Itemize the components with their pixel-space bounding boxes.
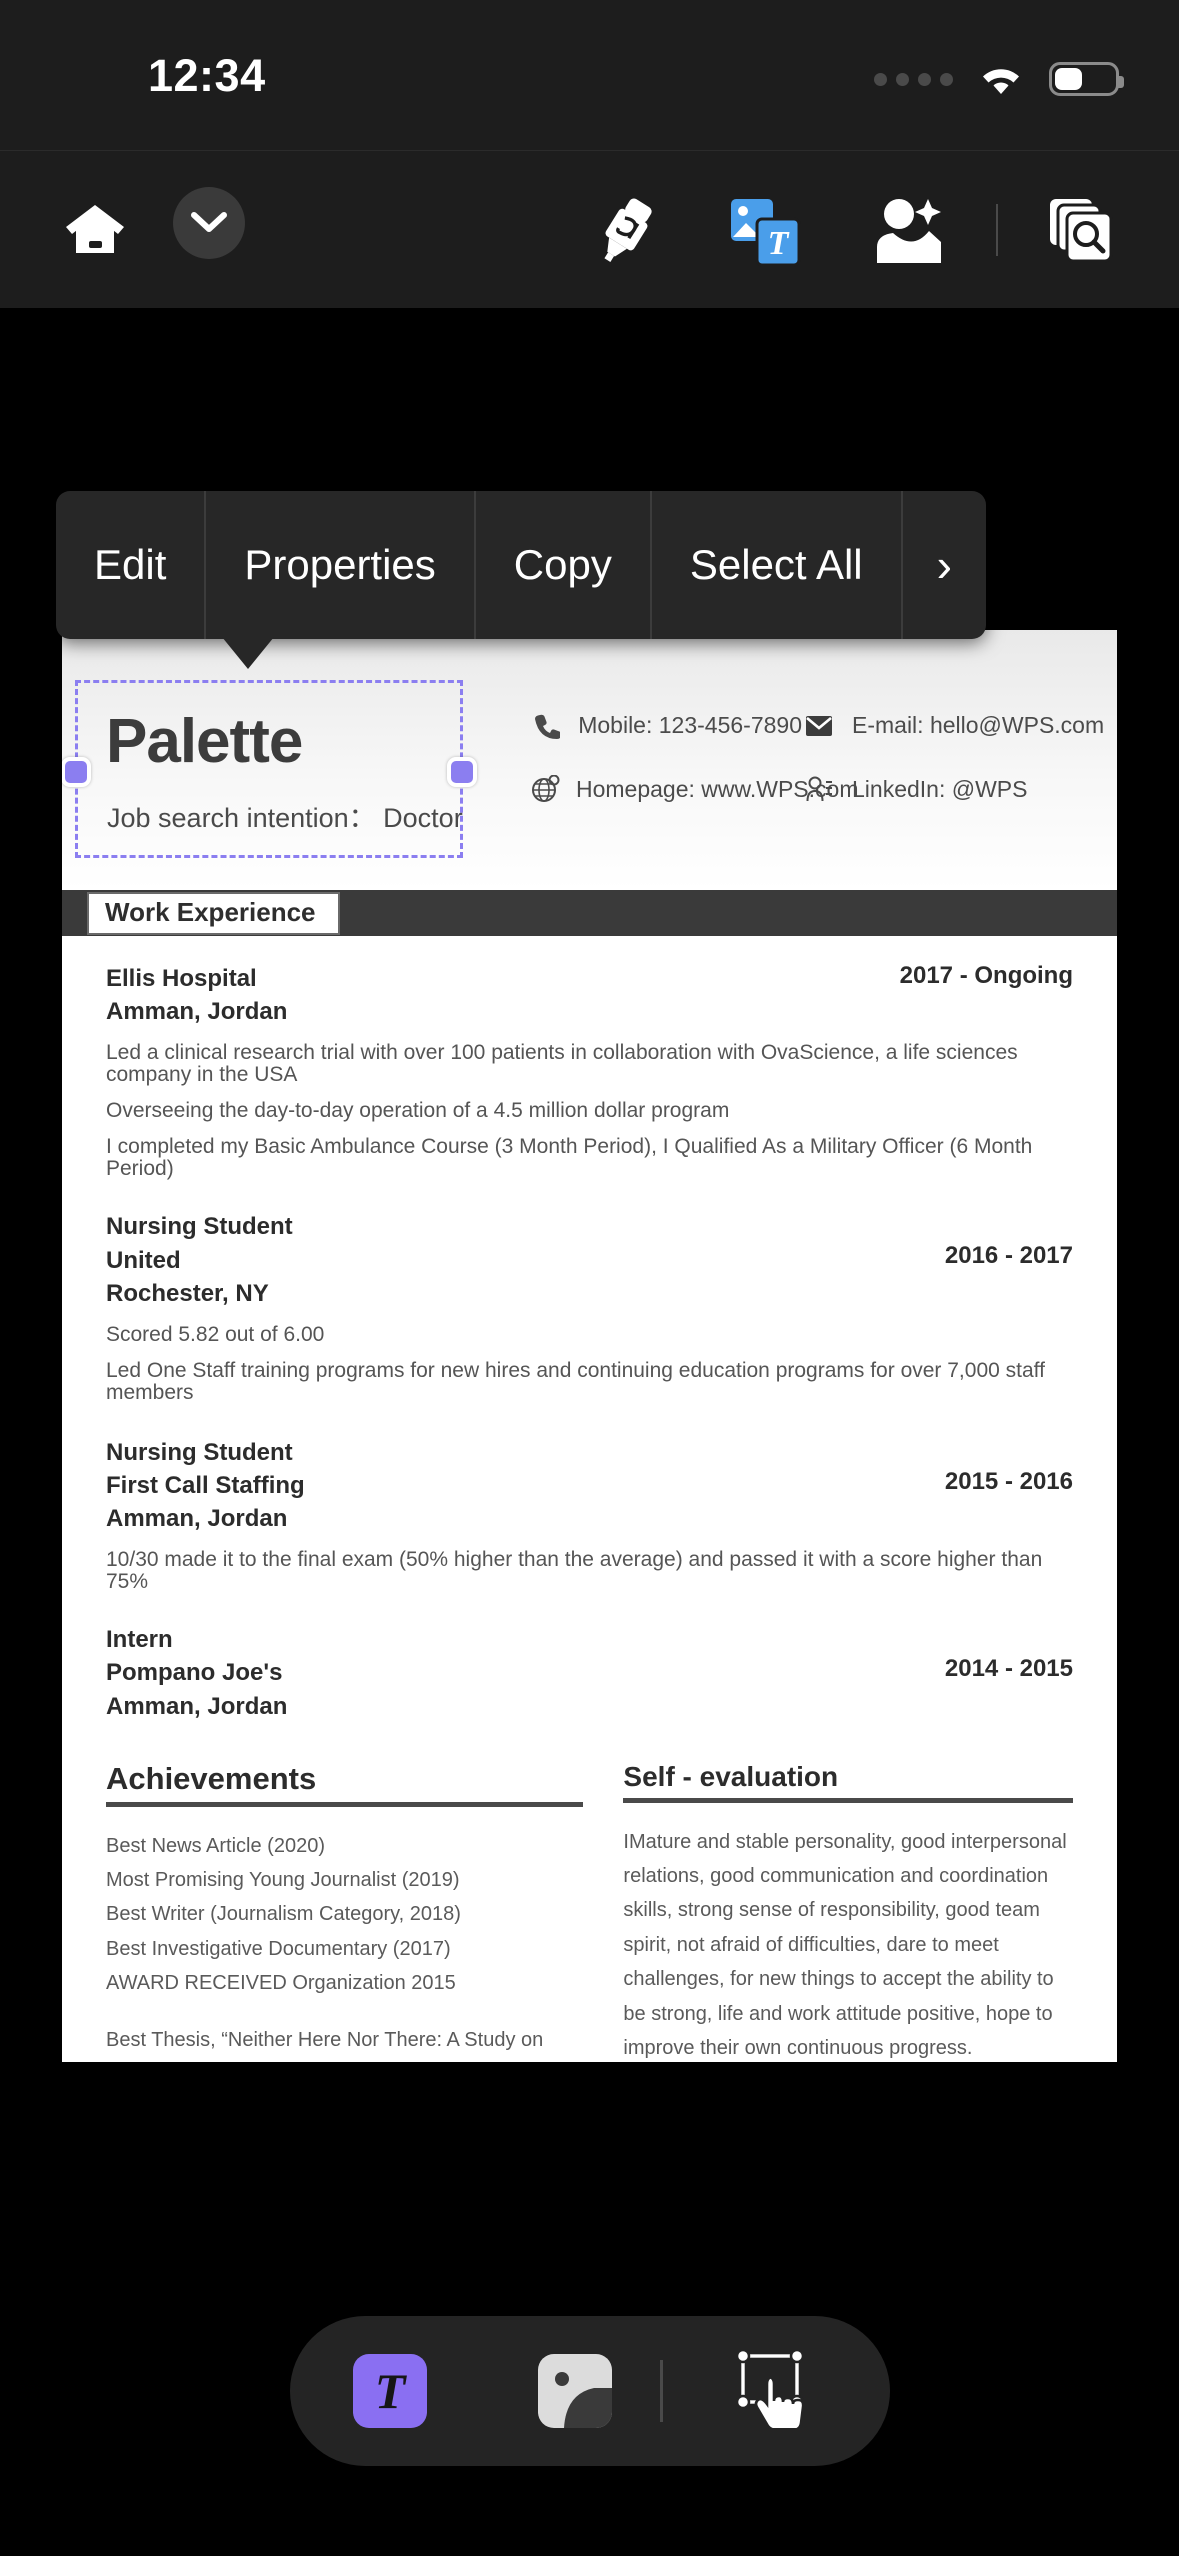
achievements-list: Best News Article (2020) Most Promising … (106, 1829, 583, 2001)
text-tool-icon: T (353, 2354, 427, 2428)
job-title-line: Nursing Student (106, 1438, 293, 1466)
job-title-line: Amman, Jordan (106, 1505, 288, 1533)
status-indicators (874, 62, 1124, 96)
job-years: 2016 - 2017 (944, 1242, 1073, 1270)
toolbar-divider (996, 204, 998, 256)
job-title-line: United (106, 1246, 181, 1274)
status-bar: 12:34 (0, 0, 1179, 150)
wifi-icon (979, 63, 1023, 96)
contact-mobile: Mobile: 123-456-7890 (532, 712, 802, 739)
list-item: Best Writer (Journalism Category, 2018) (106, 1903, 461, 1926)
job-years: 2015 - 2016 (944, 1467, 1073, 1495)
work-experience-title: Work Experience (87, 891, 340, 935)
phone-screen: 12:34 T Edit Properties Copy Select All … (0, 0, 1179, 2556)
contact-linkedin-text: LinkedIn: @WPS (852, 775, 1028, 802)
job-title-line: Amman, Jordan (106, 998, 288, 1026)
linkedin-person-icon (802, 776, 836, 802)
home-icon[interactable] (54, 189, 136, 271)
job-bullet: Overseeing the day-to-day operation of a… (106, 1099, 730, 1123)
job-title-line: Rochester, NY (106, 1279, 269, 1307)
globe-icon (532, 775, 560, 803)
resume-job-intention[interactable]: Job search intention： Doctor (107, 796, 463, 835)
right-column: Self - evaluation IMature and stable per… (623, 1761, 1073, 2062)
selection-handle-left[interactable] (62, 757, 91, 787)
job-bullet: Led One Staff training programs for new … (106, 1358, 1045, 1404)
left-column: Achievements Best News Article (2020) Mo… (106, 1761, 623, 2062)
contact-row: Homepage: www.WPS.com LinkedIn: @WPS (532, 775, 1102, 803)
work-experience-band: Work Experience (62, 890, 1117, 936)
job-years: 2017 - Ongoing (899, 962, 1073, 989)
menu-item-properties[interactable]: Properties (206, 491, 476, 639)
resume-body: 2017 - Ongoing Ellis Hospital Amman, Jor… (62, 962, 1117, 2062)
bottom-toolbar: T (290, 2316, 890, 2466)
select-tool-icon (734, 2348, 816, 2433)
list-item: Schrodinger” Outstanding Philosophy Stud… (106, 2057, 583, 2062)
job-entry[interactable]: 2015 - 2016 Nursing Student First Call S… (106, 1436, 1073, 1593)
resume-header: Palette Job search intention： Doctor Mob… (62, 630, 1117, 890)
job-title-line: Intern (106, 1626, 173, 1654)
svg-text:T: T (768, 225, 790, 262)
achievements-thesis-list: Best Thesis, “Neither Here Nor There: A … (106, 2023, 583, 2062)
contact-homepage: Homepage: www.WPS.com (532, 775, 858, 803)
job-title-line: Nursing Student (106, 1213, 293, 1241)
self-evaluation-text: IMature and stable personality, good int… (623, 1830, 1067, 2060)
resume-document[interactable]: Palette Job search intention： Doctor Mob… (62, 630, 1117, 2062)
chevron-down-icon[interactable] (173, 187, 245, 259)
job-bullet: I completed my Basic Ambulance Course (3… (106, 1135, 1033, 1181)
lower-columns: Achievements Best News Article (2020) Mo… (106, 1761, 1073, 2062)
contact-mobile-text: Mobile: 123-456-7890 (578, 712, 802, 738)
contact-email: E-mail: hello@WPS.com (802, 712, 1104, 739)
achievements-heading: Achievements (106, 1761, 584, 1807)
list-item: Best Thesis, “Neither Here Nor There: A … (106, 2028, 544, 2051)
job-entry[interactable]: 2016 - 2017 Nursing Student United Roche… (106, 1210, 1073, 1403)
portrait-enhance-icon[interactable] (866, 189, 952, 273)
job-entry[interactable]: 2014 - 2015 Intern Pompano Joe's Amman, … (106, 1623, 1073, 1722)
job-bullet: 10/30 made it to the final exam (50% hig… (106, 1548, 1043, 1594)
job-bullet: Led a clinical research trial with over … (106, 1041, 1018, 1087)
status-time: 12:34 (148, 50, 266, 101)
text-tool-button[interactable]: T (290, 2354, 490, 2428)
job-title-line: Amman, Jordan (106, 1692, 288, 1720)
job-title-line: Pompano Joe's (106, 1659, 283, 1687)
selection-handle-right[interactable] (447, 757, 477, 787)
highlighter-pen-icon[interactable] (583, 189, 667, 273)
app-toolbar: T (0, 150, 1179, 308)
contact-info: Mobile: 123-456-7890 E-mail: hello@WPS.c… (532, 712, 1104, 839)
contact-linkedin: LinkedIn: @WPS (802, 775, 1027, 803)
signal-dots-icon (874, 72, 953, 86)
select-tool-button[interactable] (663, 2348, 887, 2433)
job-title-line: First Call Staffing (106, 1472, 305, 1500)
image-to-text-icon[interactable]: T (723, 189, 809, 273)
job-entry[interactable]: 2017 - Ongoing Ellis Hospital Amman, Jor… (106, 962, 1073, 1180)
image-tool-icon (538, 2354, 612, 2428)
contact-row: Mobile: 123-456-7890 E-mail: hello@WPS.c… (532, 712, 1104, 739)
menu-item-edit[interactable]: Edit (56, 491, 207, 639)
list-item: AWARD RECEIVED Organization 2015 (106, 1972, 456, 1995)
image-tool-button[interactable] (490, 2354, 660, 2428)
job-bullet: Scored 5.82 out of 6.00 (106, 1322, 325, 1346)
self-evaluation-heading: Self - evaluation (623, 1761, 1073, 1803)
phone-icon (532, 713, 562, 739)
list-item: Best Investigative Documentary (2017) (106, 1937, 451, 1960)
list-item: Best News Article (2020) (106, 1834, 325, 1857)
context-menu-pointer (222, 637, 274, 669)
job-years: 2014 - 2015 (944, 1655, 1073, 1683)
envelope-icon (802, 715, 836, 737)
menu-more-chevron-icon[interactable]: › (903, 491, 986, 639)
context-menu[interactable]: Edit Properties Copy Select All › (56, 491, 986, 639)
resume-name[interactable]: Palette (106, 706, 303, 777)
layers-search-icon[interactable] (1040, 189, 1124, 273)
menu-item-copy[interactable]: Copy (476, 491, 652, 639)
menu-item-select-all[interactable]: Select All (652, 491, 903, 639)
contact-email-text: E-mail: hello@WPS.com (852, 712, 1105, 738)
list-item: Most Promising Young Journalist (2019) (106, 1869, 460, 1892)
battery-icon (1049, 62, 1124, 96)
